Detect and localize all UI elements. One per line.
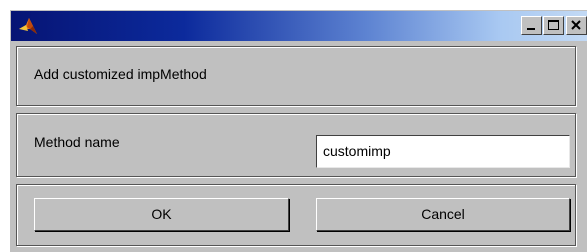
close-icon [571, 20, 581, 30]
maximize-button[interactable] [543, 16, 564, 35]
maximize-icon [548, 20, 559, 30]
matlab-logo-icon [19, 18, 37, 34]
title-bar[interactable] [11, 11, 587, 41]
ok-button[interactable]: OK [34, 198, 289, 231]
minimize-button[interactable] [521, 16, 542, 35]
minimize-icon [527, 28, 535, 30]
method-name-input[interactable]: customimp [316, 135, 570, 168]
close-button[interactable] [566, 16, 587, 35]
method-name-label: Method name [34, 134, 120, 150]
dialog-header-text: Add customized impMethod [34, 66, 207, 82]
cancel-button[interactable]: Cancel [316, 198, 570, 231]
